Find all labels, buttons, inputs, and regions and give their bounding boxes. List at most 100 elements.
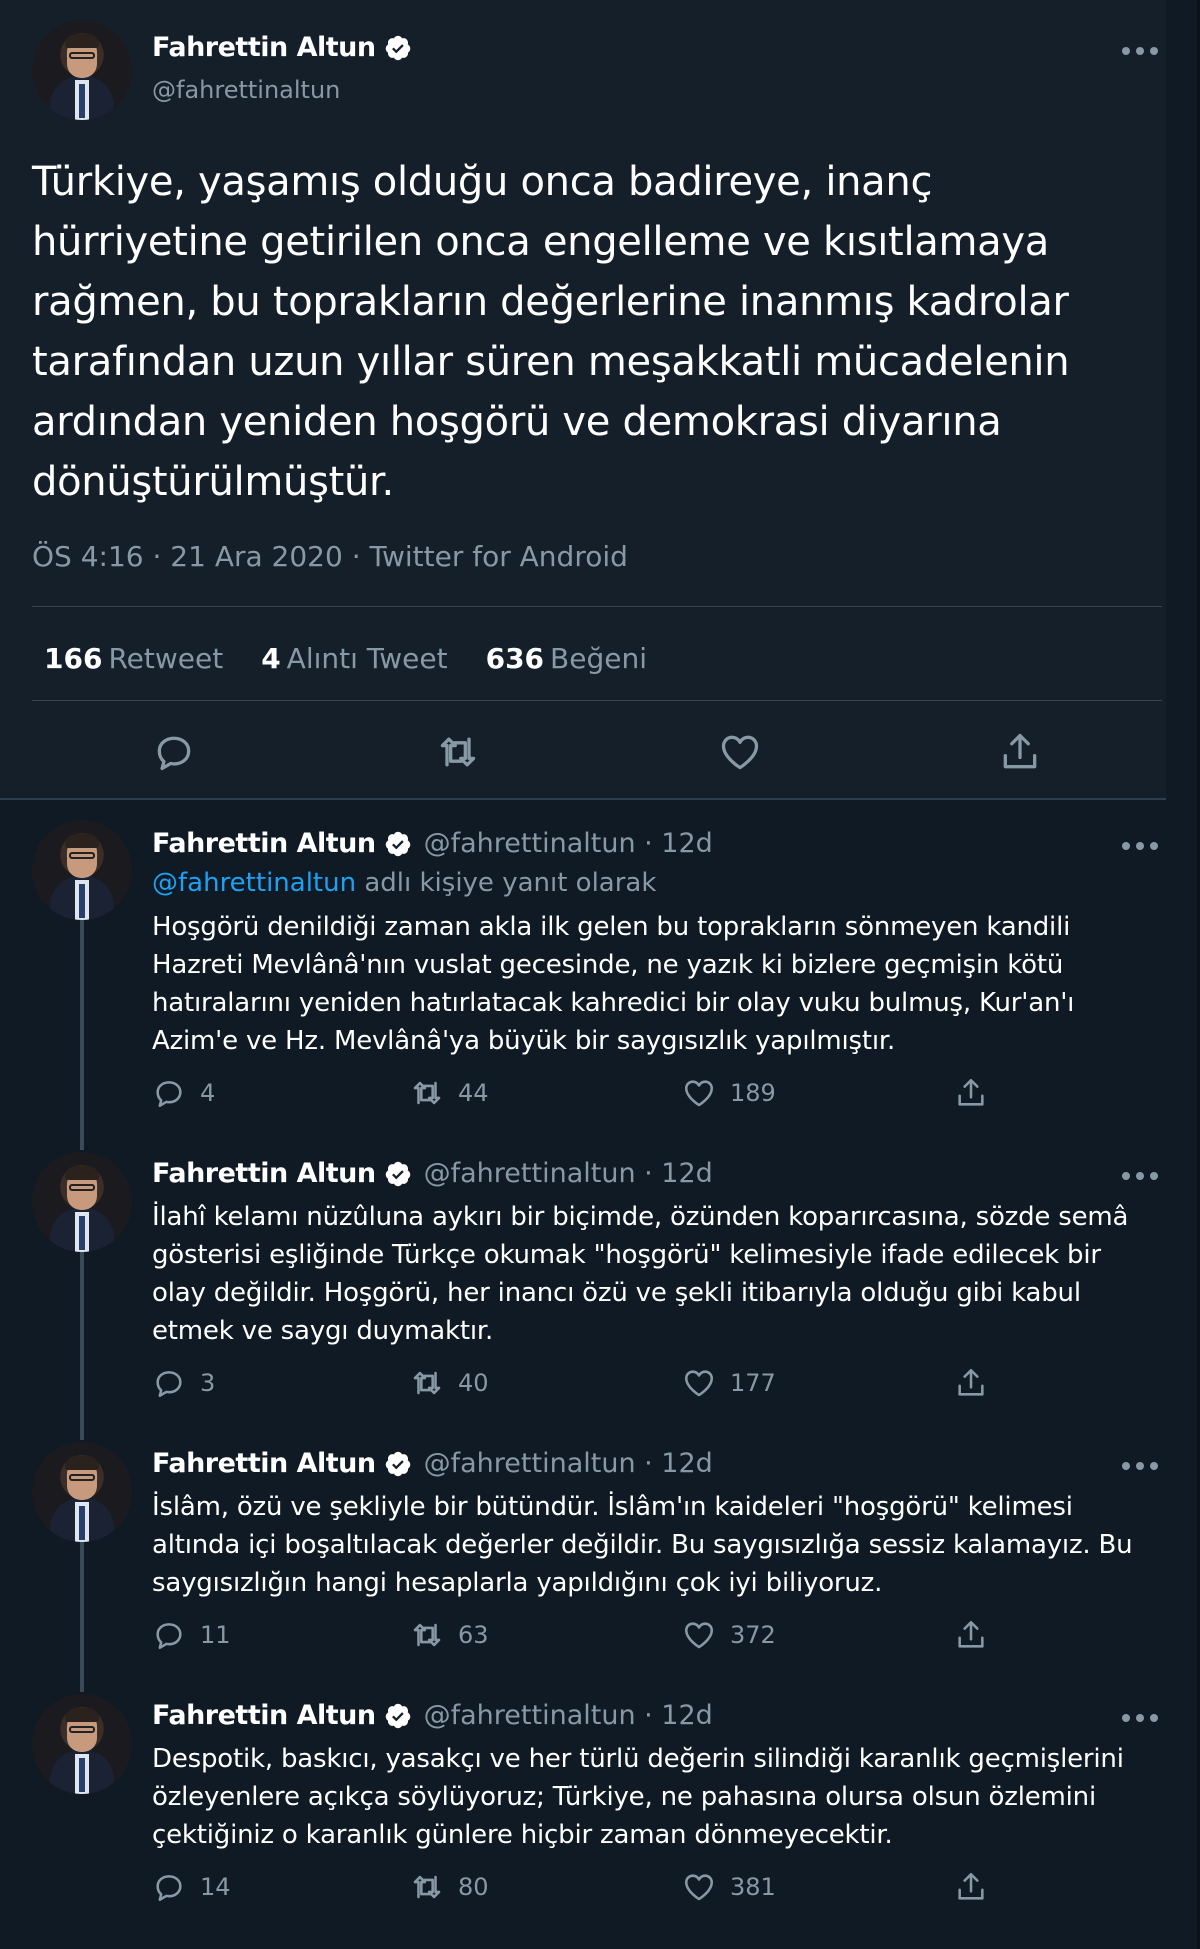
verified-badge-icon: [384, 34, 412, 62]
reply-icon: [152, 1366, 186, 1400]
retweet-icon: [410, 1618, 444, 1652]
more-options-icon[interactable]: [1122, 1712, 1158, 1724]
reply-button[interactable]: 3: [152, 1366, 215, 1400]
thread-connector: [80, 1130, 84, 1150]
thread-connector: [80, 920, 84, 1130]
like-button[interactable]: 381: [682, 1870, 776, 1904]
thread-connector: [80, 1250, 84, 1420]
retweet-icon: [410, 1366, 444, 1400]
avatar[interactable]: [32, 1442, 132, 1542]
author-handle[interactable]: @fahrettinaltun: [152, 76, 340, 104]
author-handle-time[interactable]: @fahrettinaltun · 12d: [424, 1448, 713, 1479]
avatar[interactable]: [32, 820, 132, 920]
replying-to-label: adlı kişiye yanıt olarak: [356, 868, 657, 898]
author-name[interactable]: Fahrettin Altun: [152, 32, 376, 63]
author-handle-time[interactable]: @fahrettinaltun · 12d: [424, 1158, 713, 1189]
author-row: Fahrettin Altun @fahrettinaltun · 12d: [152, 1700, 713, 1731]
retweet-count: 44: [458, 1079, 489, 1107]
retweet-count: 80: [458, 1873, 489, 1901]
thread-connector: [80, 1540, 84, 1672]
main-tweet-actions: [0, 730, 1166, 780]
tweet-actions: 14 80 381: [152, 1870, 1032, 1906]
more-options-icon[interactable]: [1122, 1460, 1158, 1472]
retweet-count: 40: [458, 1369, 489, 1397]
avatar[interactable]: [32, 1694, 132, 1794]
main-tweet[interactable]: Fahrettin Altun @fahrettinaltun Türkiye,…: [0, 0, 1166, 800]
reply-icon: [152, 1076, 186, 1110]
reply-button[interactable]: 4: [152, 1076, 215, 1110]
retweet-icon: [410, 1076, 444, 1110]
reply-count: 14: [200, 1873, 231, 1901]
replying-to-mention-link[interactable]: @fahrettinaltun: [152, 868, 356, 898]
retweet-button[interactable]: 63: [410, 1618, 489, 1652]
tweet-text: Despotik, baskıcı, yasakçı ve her türlü …: [152, 1744, 1124, 1850]
quote-count-link[interactable]: 4 Alıntı Tweet: [261, 642, 447, 675]
more-options-icon[interactable]: [1122, 45, 1158, 57]
share-button[interactable]: [954, 1366, 1002, 1400]
author-name[interactable]: Fahrettin Altun: [152, 1700, 376, 1731]
share-button[interactable]: [954, 1076, 1002, 1110]
author-handle-time[interactable]: @fahrettinaltun · 12d: [424, 828, 713, 859]
tweet-timestamp[interactable]: ÖS 4:16 · 21 Ara 2020 · Twitter for Andr…: [32, 540, 628, 573]
stat-label: Beğeni: [550, 642, 648, 675]
avatar[interactable]: [32, 1152, 132, 1252]
author-handle-time[interactable]: @fahrettinaltun · 12d: [424, 1700, 713, 1731]
stat-count: 636: [485, 642, 545, 675]
author-row: Fahrettin Altun @fahrettinaltun · 12d: [152, 1448, 713, 1479]
reply-icon: [152, 1870, 186, 1904]
author-name[interactable]: Fahrettin Altun: [152, 828, 376, 859]
reply-count: 3: [200, 1369, 216, 1397]
retweet-count-link[interactable]: 166 Retweet: [44, 642, 223, 675]
stat-count: 166: [44, 642, 103, 675]
reply-button[interactable]: 11: [152, 1618, 231, 1652]
like-count: 177: [730, 1369, 776, 1397]
thread-connector: [80, 1672, 84, 1692]
tweet-actions: 4 44 189: [152, 1076, 1032, 1112]
reply-icon[interactable]: [152, 730, 196, 774]
reply-count: 4: [200, 1079, 216, 1107]
avatar[interactable]: [32, 20, 132, 120]
like-button[interactable]: 189: [682, 1076, 776, 1110]
author-row: Fahrettin Altun: [152, 32, 412, 63]
like-count: 372: [730, 1621, 776, 1649]
author-name[interactable]: Fahrettin Altun: [152, 1448, 376, 1479]
stat-label: Retweet: [108, 642, 224, 675]
verified-badge-icon: [384, 830, 412, 858]
like-count-link[interactable]: 636 Beğeni: [486, 642, 647, 675]
tweet-thread-page: Fahrettin Altun @fahrettinaltun Türkiye,…: [0, 0, 1200, 1949]
thread-connector: [80, 1420, 84, 1440]
reply-tweet[interactable]: Fahrettin Altun @fahrettinaltun · 12d İs…: [0, 1420, 1166, 1672]
author-row: Fahrettin Altun @fahrettinaltun · 12d: [152, 1158, 713, 1189]
reply-tweet[interactable]: Fahrettin Altun @fahrettinaltun · 12d İl…: [0, 1130, 1166, 1420]
stat-count: 4: [261, 642, 281, 675]
retweet-icon[interactable]: [436, 730, 480, 774]
tweet-text: İslâm, özü ve şekliyle bir bütündür. İsl…: [152, 1492, 1133, 1598]
like-button[interactable]: 177: [682, 1366, 776, 1400]
share-icon[interactable]: [998, 730, 1042, 774]
like-icon: [682, 1076, 716, 1110]
like-icon: [682, 1366, 716, 1400]
reply-tweet[interactable]: Fahrettin Altun @fahrettinaltun · 12d @f…: [0, 800, 1166, 1130]
reply-count: 11: [200, 1621, 231, 1649]
tweet-text: İlahî kelamı nüzûluna aykırı bir biçimde…: [152, 1202, 1129, 1346]
retweet-button[interactable]: 40: [410, 1366, 489, 1400]
author-row: Fahrettin Altun @fahrettinaltun · 12d: [152, 828, 713, 859]
author-name[interactable]: Fahrettin Altun: [152, 1158, 376, 1189]
tweet-text: Hoşgörü denildiği zaman akla ilk gelen b…: [152, 912, 1075, 1056]
more-options-icon[interactable]: [1122, 1170, 1158, 1182]
like-count: 381: [730, 1873, 776, 1901]
like-icon[interactable]: [718, 730, 762, 774]
share-button[interactable]: [954, 1870, 1002, 1904]
reply-tweet[interactable]: Fahrettin Altun @fahrettinaltun · 12d De…: [0, 1672, 1166, 1932]
reply-button[interactable]: 14: [152, 1870, 231, 1904]
verified-badge-icon: [384, 1702, 412, 1730]
tweet-actions: 11 63 372: [152, 1618, 1032, 1654]
more-options-icon[interactable]: [1122, 840, 1158, 852]
share-icon: [954, 1076, 988, 1110]
like-icon: [682, 1618, 716, 1652]
retweet-button[interactable]: 80: [410, 1870, 489, 1904]
retweet-button[interactable]: 44: [410, 1076, 489, 1110]
like-button[interactable]: 372: [682, 1618, 776, 1652]
share-button[interactable]: [954, 1618, 1002, 1652]
divider: [32, 606, 1162, 607]
